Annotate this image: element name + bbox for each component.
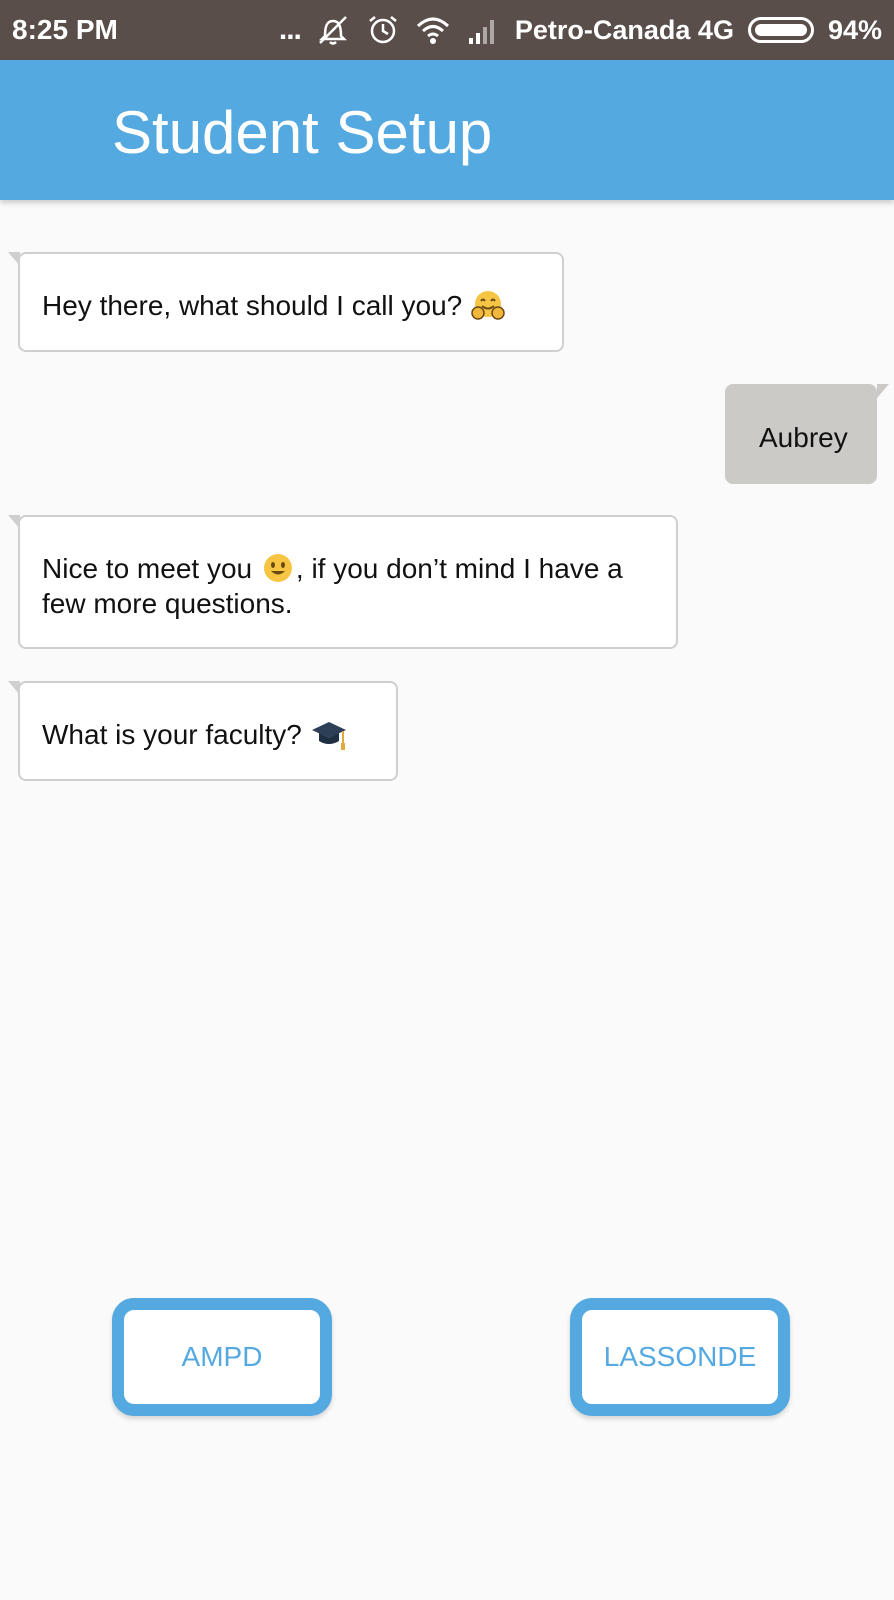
vibrate-off-icon (318, 16, 347, 45)
more-dots-icon: ... (278, 13, 302, 46)
battery-percent: 94% (827, 14, 882, 45)
option-label: LASSONDE (603, 1341, 757, 1372)
message-text: Hey there, what should I call you? (42, 290, 463, 321)
bot-message: Nice to meet you , if you don’t mind I h… (8, 515, 678, 649)
battery-icon (747, 17, 814, 43)
faculty-option-lassonde[interactable]: LASSONDE (570, 1298, 790, 1416)
status-time: 8:25 PM (12, 14, 118, 45)
status-icons: ... Petro-Canada 4G 94% (279, 14, 882, 46)
option-label: AMPD (181, 1341, 263, 1372)
status-bar: 8:25 PM ... Petro-Canada 4G 94% (0, 0, 894, 60)
smiling-face-icon (263, 554, 292, 582)
bot-message: Hey there, what should I call you? (8, 252, 564, 352)
signal-icon (468, 20, 494, 44)
app-bar: Student Setup (0, 60, 894, 200)
alarm-icon (369, 16, 397, 44)
user-message: Aubrey (725, 384, 889, 484)
bot-message: What is your faculty? (8, 681, 398, 781)
page-title: Student Setup (112, 99, 493, 166)
message-text: Aubrey (759, 422, 848, 453)
message-text-before: Nice to meet you (42, 553, 253, 584)
graduation-cap-icon (311, 722, 346, 750)
hugging-face-icon (471, 291, 505, 320)
carrier-label: Petro-Canada 4G (514, 14, 734, 45)
wifi-icon (416, 17, 449, 44)
message-text: What is your faculty? (42, 719, 302, 750)
faculty-option-ampd[interactable]: AMPD (112, 1298, 332, 1416)
